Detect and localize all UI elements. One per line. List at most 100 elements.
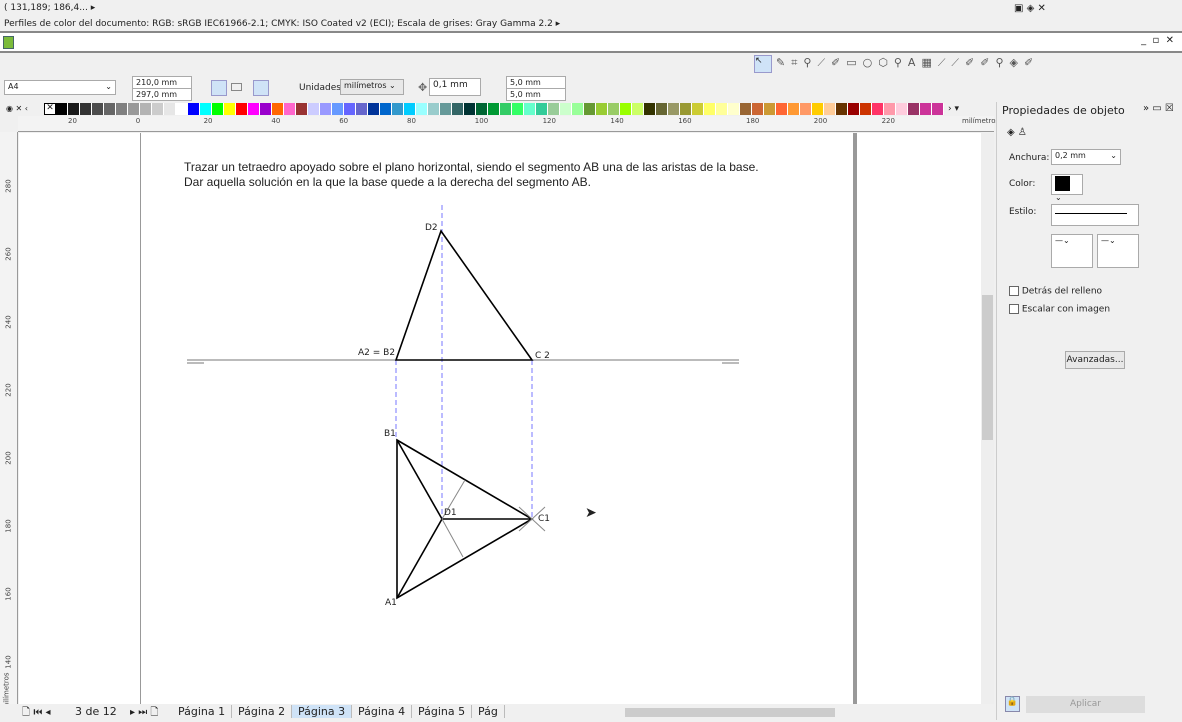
color-swatch[interactable] xyxy=(788,102,800,115)
duplicate-y-input[interactable]: 5,0 mm xyxy=(506,88,566,101)
color-swatch[interactable] xyxy=(236,102,248,115)
color-swatch[interactable] xyxy=(740,102,752,115)
color-swatch[interactable] xyxy=(332,102,344,115)
color-swatch[interactable] xyxy=(764,102,776,115)
color-swatch[interactable] xyxy=(500,102,512,115)
color-swatch[interactable] xyxy=(200,102,212,115)
page-tab[interactable]: Pág xyxy=(472,705,505,718)
color-swatch[interactable] xyxy=(440,102,452,115)
pick-tool-icon[interactable]: ↖ xyxy=(754,55,772,73)
color-swatch[interactable] xyxy=(920,102,932,115)
color-swatch[interactable] xyxy=(800,102,812,115)
panel-controls[interactable]: » ▭ ☒ xyxy=(1143,103,1174,114)
color-swatch[interactable] xyxy=(284,102,296,115)
vertical-scrollbar[interactable] xyxy=(981,133,994,704)
line-style-select[interactable] xyxy=(1051,204,1139,226)
color-swatch[interactable] xyxy=(356,102,368,115)
palette-scroll-icon[interactable]: › ▾ xyxy=(948,104,959,114)
color-swatch[interactable] xyxy=(296,102,308,115)
color-swatch[interactable] xyxy=(152,102,164,115)
portrait-button[interactable] xyxy=(211,80,227,96)
color-swatch[interactable] xyxy=(776,102,788,115)
color-swatch[interactable] xyxy=(176,102,188,115)
color-swatch[interactable] xyxy=(56,102,68,115)
color-swatch[interactable] xyxy=(692,102,704,115)
landscape-button[interactable] xyxy=(231,83,242,91)
color-swatch[interactable] xyxy=(860,102,872,115)
color-swatch[interactable] xyxy=(668,102,680,115)
color-swatch[interactable] xyxy=(896,102,908,115)
color-swatch[interactable] xyxy=(272,102,284,115)
color-swatch[interactable] xyxy=(632,102,644,115)
color-swatch[interactable] xyxy=(716,102,728,115)
color-swatch[interactable] xyxy=(884,102,896,115)
color-swatch[interactable] xyxy=(452,102,464,115)
behind-fill-checkbox[interactable]: Detrás del relleno xyxy=(1009,286,1102,297)
color-swatch[interactable] xyxy=(620,102,632,115)
color-swatch[interactable] xyxy=(596,102,608,115)
page-tab[interactable]: Página 1 xyxy=(172,705,233,718)
color-swatch[interactable] xyxy=(380,102,392,115)
apply-button[interactable]: Aplicar xyxy=(1026,696,1145,713)
page-tab[interactable]: Página 4 xyxy=(352,705,413,718)
color-swatch[interactable] xyxy=(428,102,440,115)
color-swatch[interactable] xyxy=(68,102,80,115)
color-swatch[interactable] xyxy=(248,102,260,115)
color-swatch[interactable] xyxy=(488,102,500,115)
color-swatch[interactable] xyxy=(560,102,572,115)
color-swatch[interactable] xyxy=(464,102,476,115)
color-swatch[interactable] xyxy=(320,102,332,115)
outline-width-select[interactable]: 0,2 mm ⌄ xyxy=(1051,149,1121,165)
scroll-thumb[interactable] xyxy=(982,295,993,440)
doc-window-controls[interactable]: _ ▫ ✕ xyxy=(1141,35,1174,46)
color-swatch[interactable] xyxy=(608,102,620,115)
color-swatch[interactable] xyxy=(128,102,140,115)
page-tab[interactable]: Página 5 xyxy=(412,705,473,718)
color-swatch[interactable] xyxy=(524,102,536,115)
color-swatch[interactable] xyxy=(224,102,236,115)
vertical-ruler[interactable]: 280 260 240 220 200 180 160 140 milímetros xyxy=(0,132,18,710)
color-swatch[interactable] xyxy=(680,102,692,115)
color-swatch[interactable] xyxy=(752,102,764,115)
color-swatch[interactable] xyxy=(164,102,176,115)
color-swatch[interactable] xyxy=(368,102,380,115)
page-next-last-buttons[interactable]: ▸ ⏭ 🗋 xyxy=(130,705,158,722)
color-swatch[interactable] xyxy=(704,102,716,115)
color-swatch[interactable] xyxy=(260,102,272,115)
color-swatch[interactable] xyxy=(848,102,860,115)
color-swatch[interactable] xyxy=(932,102,944,115)
color-swatch[interactable] xyxy=(824,102,836,115)
color-swatch[interactable] xyxy=(644,102,656,115)
outline-color-picker[interactable]: ⌄ xyxy=(1051,174,1083,202)
color-swatch[interactable] xyxy=(836,102,848,115)
page-tab[interactable]: Página 2 xyxy=(232,705,293,718)
nudge-input[interactable]: 0,1 mm xyxy=(429,78,481,96)
color-swatch[interactable] xyxy=(872,102,884,115)
color-swatch[interactable] xyxy=(92,102,104,115)
color-swatch[interactable] xyxy=(584,102,596,115)
color-swatch[interactable] xyxy=(344,102,356,115)
horizontal-scrollbar[interactable] xyxy=(625,708,835,717)
window-controls-mini[interactable]: ▣ ◈ ✕ xyxy=(1014,3,1046,14)
color-swatch[interactable] xyxy=(812,102,824,115)
no-color-swatch[interactable]: ✕ xyxy=(44,102,56,115)
color-swatch[interactable] xyxy=(908,102,920,115)
all-pages-button[interactable] xyxy=(253,80,269,96)
color-swatch[interactable] xyxy=(728,102,740,115)
advanced-button[interactable]: Avanzadas... xyxy=(1065,351,1125,369)
page-height-input[interactable]: 297,0 mm xyxy=(132,88,192,101)
page-size-select[interactable]: A4 ⌄ xyxy=(4,80,116,95)
drawing-canvas[interactable]: Trazar un tetraedro apoyado sobre el pla… xyxy=(19,133,981,704)
color-swatch[interactable] xyxy=(656,102,668,115)
color-swatch[interactable] xyxy=(80,102,92,115)
color-swatch[interactable] xyxy=(572,102,584,115)
fill-outline-tabs-icon[interactable]: ◈ ♙ xyxy=(1007,127,1027,138)
color-swatch[interactable] xyxy=(404,102,416,115)
color-swatch[interactable] xyxy=(140,102,152,115)
end-arrow-select[interactable]: —⌄ xyxy=(1097,234,1139,268)
page-tab[interactable]: Página 3 xyxy=(292,705,353,718)
color-profiles-status[interactable]: Perfiles de color del documento: RGB: sR… xyxy=(0,16,1182,33)
color-swatch[interactable] xyxy=(512,102,524,115)
color-swatch[interactable] xyxy=(308,102,320,115)
color-swatch[interactable] xyxy=(416,102,428,115)
